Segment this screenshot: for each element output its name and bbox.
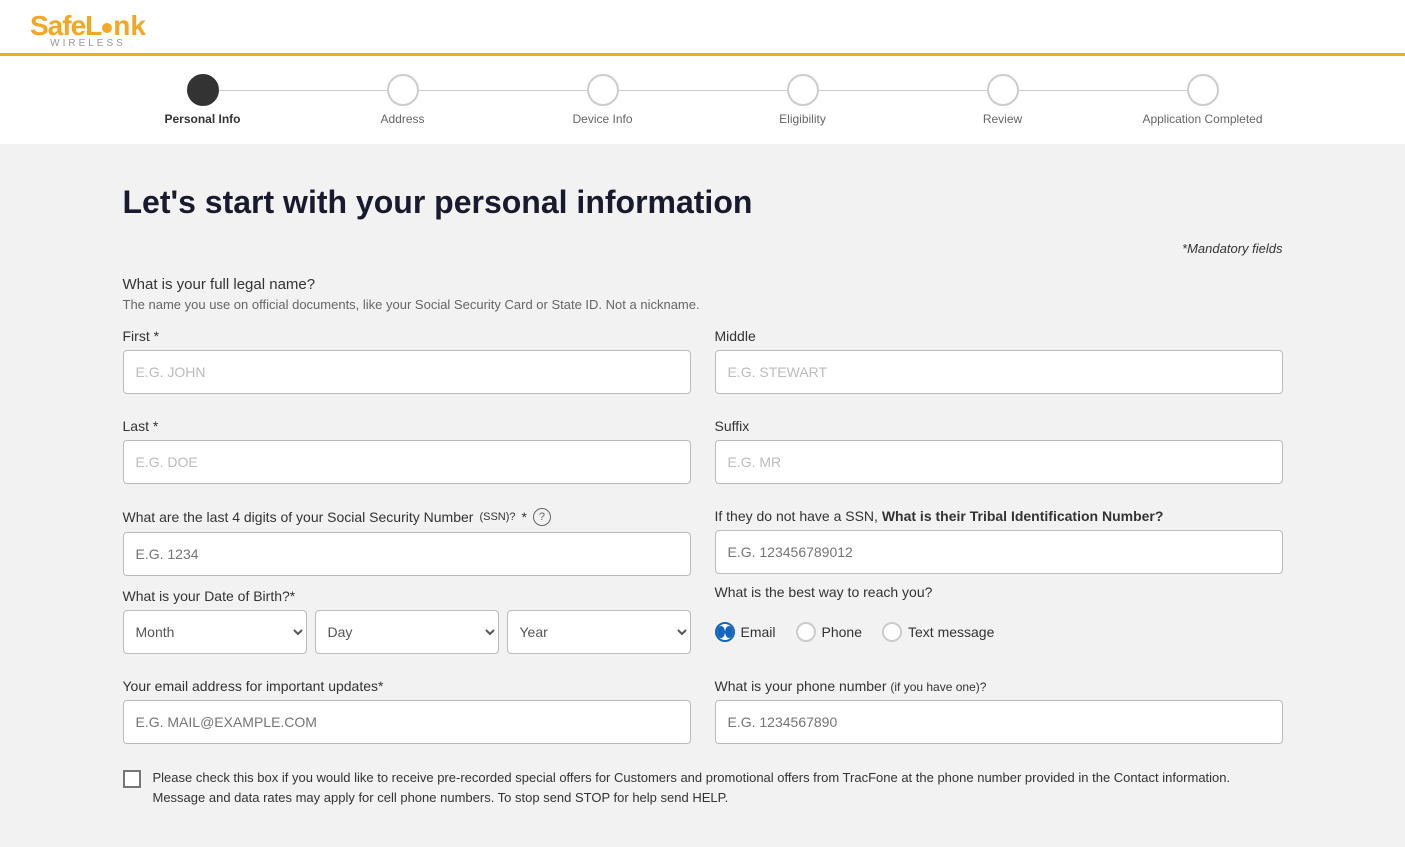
radio-text-circle	[882, 622, 902, 642]
progress-bar: Personal Info Address Device Info Eligib…	[0, 56, 1405, 144]
suffix-group: Suffix	[715, 418, 1283, 484]
last-suffix-row: Last * Suffix	[123, 418, 1283, 484]
reach-group: What is the best way to reach you? Email…	[715, 584, 1283, 654]
dob-reach-row: What is your Date of Birth?* Month Janua…	[123, 584, 1283, 654]
progress-step-review[interactable]: Review	[903, 74, 1103, 126]
ssn-help-icon[interactable]: ?	[533, 508, 551, 526]
ssn-group: What are the last 4 digits of your Socia…	[123, 508, 691, 576]
email-group: Your email address for important updates…	[123, 678, 691, 744]
last-name-label: Last *	[123, 418, 691, 434]
middle-name-group: Middle	[715, 328, 1283, 394]
email-input[interactable]	[123, 700, 691, 744]
tribal-group: If they do not have a SSN, What is their…	[715, 508, 1283, 576]
middle-name-label: Middle	[715, 328, 1283, 344]
dob-label: What is your Date of Birth?*	[123, 588, 691, 604]
radio-options: Email Phone Text message	[715, 610, 1283, 654]
suffix-input[interactable]	[715, 440, 1283, 484]
page-title: Let's start with your personal informati…	[123, 184, 1283, 221]
email-phone-row: Your email address for important updates…	[123, 678, 1283, 744]
step-label-personal: Personal Info	[164, 112, 240, 126]
radio-text[interactable]: Text message	[882, 622, 994, 642]
radio-phone-label: Phone	[822, 624, 862, 640]
radio-email-label: Email	[741, 624, 776, 640]
phone-label: What is your phone number (if you have o…	[715, 678, 1283, 694]
radio-text-label: Text message	[908, 624, 994, 640]
first-name-label: First *	[123, 328, 691, 344]
last-name-input[interactable]	[123, 440, 691, 484]
middle-name-input[interactable]	[715, 350, 1283, 394]
radio-email-circle	[715, 622, 735, 642]
tribal-input[interactable]	[715, 530, 1283, 574]
step-circle-completed	[1187, 74, 1219, 106]
first-name-input[interactable]	[123, 350, 691, 394]
logo: SafeLnk WIRELESS	[30, 10, 1375, 49]
email-label: Your email address for important updates…	[123, 678, 691, 694]
name-question: What is your full legal name?	[123, 276, 1283, 293]
logo-safe: SafeL	[30, 10, 101, 41]
step-circle-device	[587, 74, 619, 106]
step-label-address: Address	[380, 112, 424, 126]
name-sublabel: The name you use on official documents, …	[123, 297, 1283, 312]
reach-label: What is the best way to reach you?	[715, 584, 1283, 600]
step-label-device: Device Info	[572, 112, 632, 126]
tribal-label: If they do not have a SSN, What is their…	[715, 508, 1283, 524]
phone-optional-note: (if you have one)?	[890, 680, 986, 694]
suffix-label: Suffix	[715, 418, 1283, 434]
radio-email[interactable]: Email	[715, 622, 776, 642]
consent-checkbox[interactable]	[123, 770, 141, 788]
ssn-row: What are the last 4 digits of your Socia…	[123, 508, 1283, 576]
step-circle-address	[387, 74, 419, 106]
progress-step-address[interactable]: Address	[303, 74, 503, 126]
progress-step-completed[interactable]: Application Completed	[1103, 74, 1303, 126]
first-name-group: First *	[123, 328, 691, 394]
first-middle-row: First * Middle	[123, 328, 1283, 394]
header: SafeLnk WIRELESS	[0, 0, 1405, 56]
progress-step-device[interactable]: Device Info	[503, 74, 703, 126]
consent-text: Please check this box if you would like …	[153, 768, 1283, 807]
ssn-label: What are the last 4 digits of your Socia…	[123, 508, 691, 526]
step-circle-personal	[187, 74, 219, 106]
dob-group: What is your Date of Birth?* Month Janua…	[123, 588, 691, 654]
logo-text: SafeLnk WIRELESS	[30, 10, 146, 49]
step-circle-eligibility	[787, 74, 819, 106]
progress-step-personal[interactable]: Personal Info	[103, 74, 303, 126]
step-label-review: Review	[983, 112, 1022, 126]
last-name-group: Last *	[123, 418, 691, 484]
radio-phone[interactable]: Phone	[796, 622, 862, 642]
step-label-completed: Application Completed	[1142, 112, 1262, 126]
logo-link: nk	[113, 10, 146, 41]
mandatory-note: *Mandatory fields	[123, 241, 1283, 256]
dob-selects: Month JanuaryFebruaryMarch AprilMayJune …	[123, 610, 691, 654]
progress-step-eligibility[interactable]: Eligibility	[703, 74, 903, 126]
dob-year-select[interactable]: Year 202420232010 200019901980 197019601…	[507, 610, 691, 654]
step-label-eligibility: Eligibility	[779, 112, 826, 126]
consent-row: Please check this box if you would like …	[123, 768, 1283, 807]
ssn-input[interactable]	[123, 532, 691, 576]
radio-phone-circle	[796, 622, 816, 642]
dob-day-select[interactable]: Day 12345 678910 1112131415 1617181920 2…	[315, 610, 499, 654]
main-content: Let's start with your personal informati…	[63, 144, 1343, 847]
phone-input[interactable]	[715, 700, 1283, 744]
phone-group: What is your phone number (if you have o…	[715, 678, 1283, 744]
dob-month-select[interactable]: Month JanuaryFebruaryMarch AprilMayJune …	[123, 610, 307, 654]
step-circle-review	[987, 74, 1019, 106]
